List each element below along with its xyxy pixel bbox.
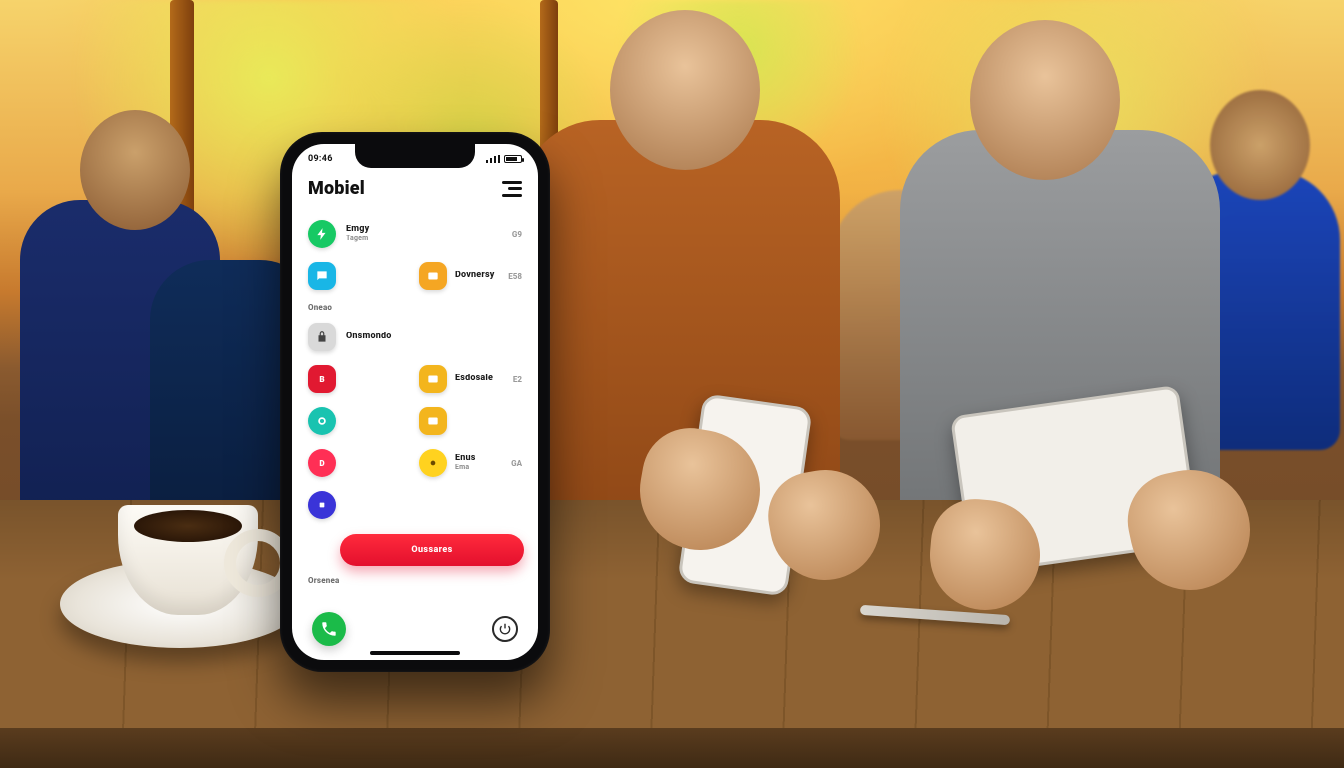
call-button[interactable]: [312, 612, 346, 646]
section-label: Orsenea: [292, 570, 538, 585]
letter-b-icon: B: [308, 365, 336, 393]
chat-icon: [308, 262, 336, 290]
phone-notch: [355, 144, 475, 168]
circle-icon: [308, 407, 336, 435]
phone-mockup: 09:46 Mobiel Emg: [280, 132, 550, 672]
power-button[interactable]: [492, 616, 518, 642]
app-brand: Mobiel: [308, 178, 365, 199]
card-icon: [419, 262, 447, 290]
bolt-icon: [308, 220, 336, 248]
phone-screen: 09:46 Mobiel Emg: [292, 144, 538, 660]
status-time: 09:46: [308, 154, 333, 164]
section-label: Oneao: [292, 297, 538, 312]
scene-photo: 09:46 Mobiel Emg: [0, 0, 1344, 768]
item-title: Esdosale: [455, 374, 505, 383]
svg-text:B: B: [319, 374, 324, 384]
item-value: E58: [508, 272, 522, 281]
item-title: Dovnersy: [455, 271, 500, 280]
item-title: Onsmondo: [346, 332, 512, 341]
signal-icon: [486, 155, 500, 163]
list-item[interactable]: Dovnersy E58: [304, 255, 526, 297]
svg-text:D: D: [319, 458, 324, 468]
app-header: Mobiel: [292, 174, 538, 209]
coffee: [134, 510, 242, 542]
item-value: G9: [512, 230, 522, 239]
list-item[interactable]: [304, 484, 526, 526]
table-edge: [0, 728, 1344, 768]
item-value: GA: [511, 459, 522, 468]
square-icon: [308, 491, 336, 519]
dot-icon: [419, 449, 447, 477]
card-icon: [419, 407, 447, 435]
item-subtitle: Tagem: [346, 235, 502, 243]
item-value: E2: [513, 375, 522, 384]
list-item[interactable]: [304, 400, 526, 442]
app-list: Emgy Tagem G9: [292, 209, 538, 297]
list-item[interactable]: Emgy Tagem G9: [304, 213, 526, 255]
lock-icon: [308, 323, 336, 351]
list-item[interactable]: D Enus Ema GA: [304, 442, 526, 484]
bottom-bar: [292, 608, 538, 660]
home-indicator: [370, 651, 460, 655]
list-item[interactable]: B Esdosale E2: [304, 358, 526, 400]
battery-icon: [504, 155, 522, 163]
card-icon: [419, 365, 447, 393]
list-item[interactable]: Onsmondo: [304, 316, 526, 358]
primary-cta-button[interactable]: Oussares: [340, 534, 524, 566]
item-subtitle: Ema: [455, 464, 503, 472]
menu-button[interactable]: [502, 181, 522, 197]
item-title: Emgy: [346, 225, 502, 234]
app-list: Onsmondo B: [292, 312, 538, 526]
item-title: Enus: [455, 454, 503, 463]
letter-d-icon: D: [308, 449, 336, 477]
